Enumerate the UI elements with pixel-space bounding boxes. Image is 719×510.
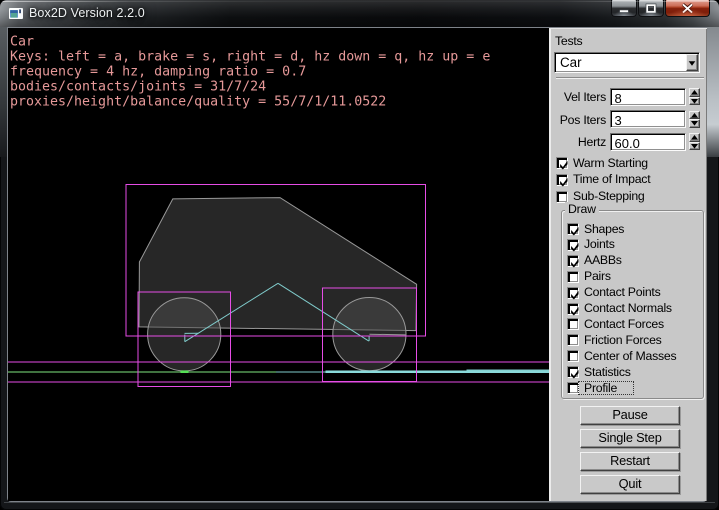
sim-warm-starting-label: Warm Starting: [573, 156, 648, 170]
debug-text-line: bodies/contacts/joints = 31/7/24: [10, 80, 266, 95]
minimize-button[interactable]: [611, 0, 637, 17]
maximize-button[interactable]: [638, 0, 664, 17]
check-icon: [557, 175, 569, 187]
spinner-down-icon: [690, 98, 699, 105]
sim-sub-stepping-checkbox[interactable]: [556, 191, 568, 203]
check-icon: [568, 288, 580, 300]
draw-joints-label: Joints: [584, 237, 615, 251]
tests-dropdown-value: Car: [560, 55, 582, 70]
draw-center-of-masses-checkbox[interactable]: [567, 350, 579, 362]
spinner-value: 3: [615, 113, 622, 128]
draw-statistics-checkbox[interactable]: [567, 366, 579, 378]
draw-aabbs-checkbox[interactable]: [567, 255, 579, 267]
quit-button[interactable]: Quit: [580, 475, 680, 494]
sim-time-of-impact-checkbox[interactable]: [556, 174, 568, 186]
car-wheel: [148, 298, 221, 371]
control-panel: Tests Car Vel Iters 8 Pos Iters 3 Hertz 60.0 War…: [551, 28, 707, 501]
spinner-down-button[interactable]: [689, 142, 700, 151]
spinner-down-icon: [690, 143, 699, 150]
sim-warm-starting-checkbox[interactable]: [556, 157, 568, 169]
spinner-up-icon: [690, 112, 699, 119]
spinner-input-hertz[interactable]: 60.0: [610, 133, 686, 151]
spinner-up-icon: [690, 89, 699, 96]
car-wheel: [333, 298, 406, 371]
tests-dropdown[interactable]: Car: [554, 52, 700, 73]
spinner-up-button[interactable]: [689, 111, 700, 120]
check-icon: [568, 304, 580, 316]
draw-contact-points-checkbox[interactable]: [567, 287, 579, 299]
profile-focus-rect: [578, 381, 634, 396]
maximize-icon: [639, 0, 663, 16]
draw-aabbs-label: AABBs: [584, 253, 622, 267]
tests-dropdown-arrow-button[interactable]: [686, 54, 698, 71]
spinner-up-icon: [690, 134, 699, 141]
close-button[interactable]: [665, 0, 710, 17]
draw-statistics-label: Statistics: [584, 365, 631, 379]
debug-text-line: Car: [10, 35, 34, 50]
app-icon: [9, 8, 23, 19]
spinner-label-pos-iters: Pos Iters: [551, 113, 606, 127]
spinner-down-button[interactable]: [689, 119, 700, 128]
debug-text-line: Keys: left = a, brake = s, right = d, hz…: [10, 50, 490, 65]
draw-center-of-masses-label: Center of Masses: [584, 349, 676, 363]
maximize-glyph: [639, 0, 663, 17]
restart-button[interactable]: Restart: [580, 452, 680, 471]
wheel-axis-line: [369, 334, 406, 335]
draw-contact-forces-checkbox[interactable]: [567, 318, 579, 330]
draw-friction-forces-checkbox[interactable]: [567, 334, 579, 346]
single-step-button[interactable]: Single Step: [580, 429, 680, 448]
draw-group-label: Draw: [565, 202, 599, 216]
window-title: Box2D Version 2.2.0: [29, 6, 145, 20]
pause-button[interactable]: Pause: [580, 406, 680, 425]
draw-contact-forces-label: Contact Forces: [584, 317, 664, 331]
draw-contact-points-label: Contact Points: [584, 285, 660, 299]
draw-friction-forces-label: Friction Forces: [584, 333, 662, 347]
draw-joints-checkbox[interactable]: [567, 239, 579, 251]
check-icon: [568, 367, 580, 379]
spinner-input-pos-iters[interactable]: 3: [610, 110, 686, 128]
window-frame-bottom: [4, 502, 715, 503]
close-icon: [666, 0, 709, 16]
app-window: Box2D Version 2.2.0 CarKeys: left = a, b…: [0, 0, 719, 510]
draw-contact-normals-label: Contact Normals: [584, 301, 672, 315]
spinner-down-button[interactable]: [689, 97, 700, 106]
draw-contact-normals-checkbox[interactable]: [567, 303, 579, 315]
draw-shapes-label: Shapes: [584, 222, 624, 236]
sim-time-of-impact-label: Time of Impact: [573, 172, 650, 186]
spinner-input-vel-iters[interactable]: 8: [610, 88, 686, 106]
spinner-up-button[interactable]: [689, 133, 700, 142]
title-bar[interactable]: Box2D Version 2.2.0: [0, 0, 719, 27]
debug-text-line: proxies/height/balance/quality = 55/7/1/…: [10, 95, 386, 110]
spinner-up-button[interactable]: [689, 88, 700, 97]
debug-text-line: frequency = 4 hz, damping ratio = 0.7: [10, 65, 306, 80]
minimize-icon: [612, 0, 636, 16]
tests-label: Tests: [555, 34, 582, 48]
spinner-down-icon: [690, 120, 699, 127]
draw-pairs-label: Pairs: [584, 269, 611, 283]
spinner-value: 60.0: [615, 136, 640, 151]
separator-line: [556, 77, 704, 79]
check-icon: [568, 256, 580, 268]
contact-point: [181, 371, 189, 373]
close-glyph: [666, 0, 709, 17]
sim-sub-stepping-label: Sub-Stepping: [573, 189, 645, 203]
scene-svg: CarKeys: left = a, brake = s, right = d,…: [8, 28, 549, 501]
check-icon: [568, 224, 580, 236]
spinner-label-vel-iters: Vel Iters: [551, 90, 606, 104]
minimize-glyph: [612, 0, 636, 17]
spinner-value: 8: [615, 91, 622, 106]
check-icon: [557, 158, 569, 170]
chevron-down-icon: [687, 56, 697, 71]
window-frame-right: [707, 27, 719, 157]
draw-shapes-checkbox[interactable]: [567, 223, 579, 235]
draw-pairs-checkbox[interactable]: [567, 271, 579, 283]
simulation-canvas[interactable]: CarKeys: left = a, brake = s, right = d,…: [8, 28, 549, 501]
spinner-label-hertz: Hertz: [551, 135, 606, 149]
check-icon: [568, 240, 580, 252]
